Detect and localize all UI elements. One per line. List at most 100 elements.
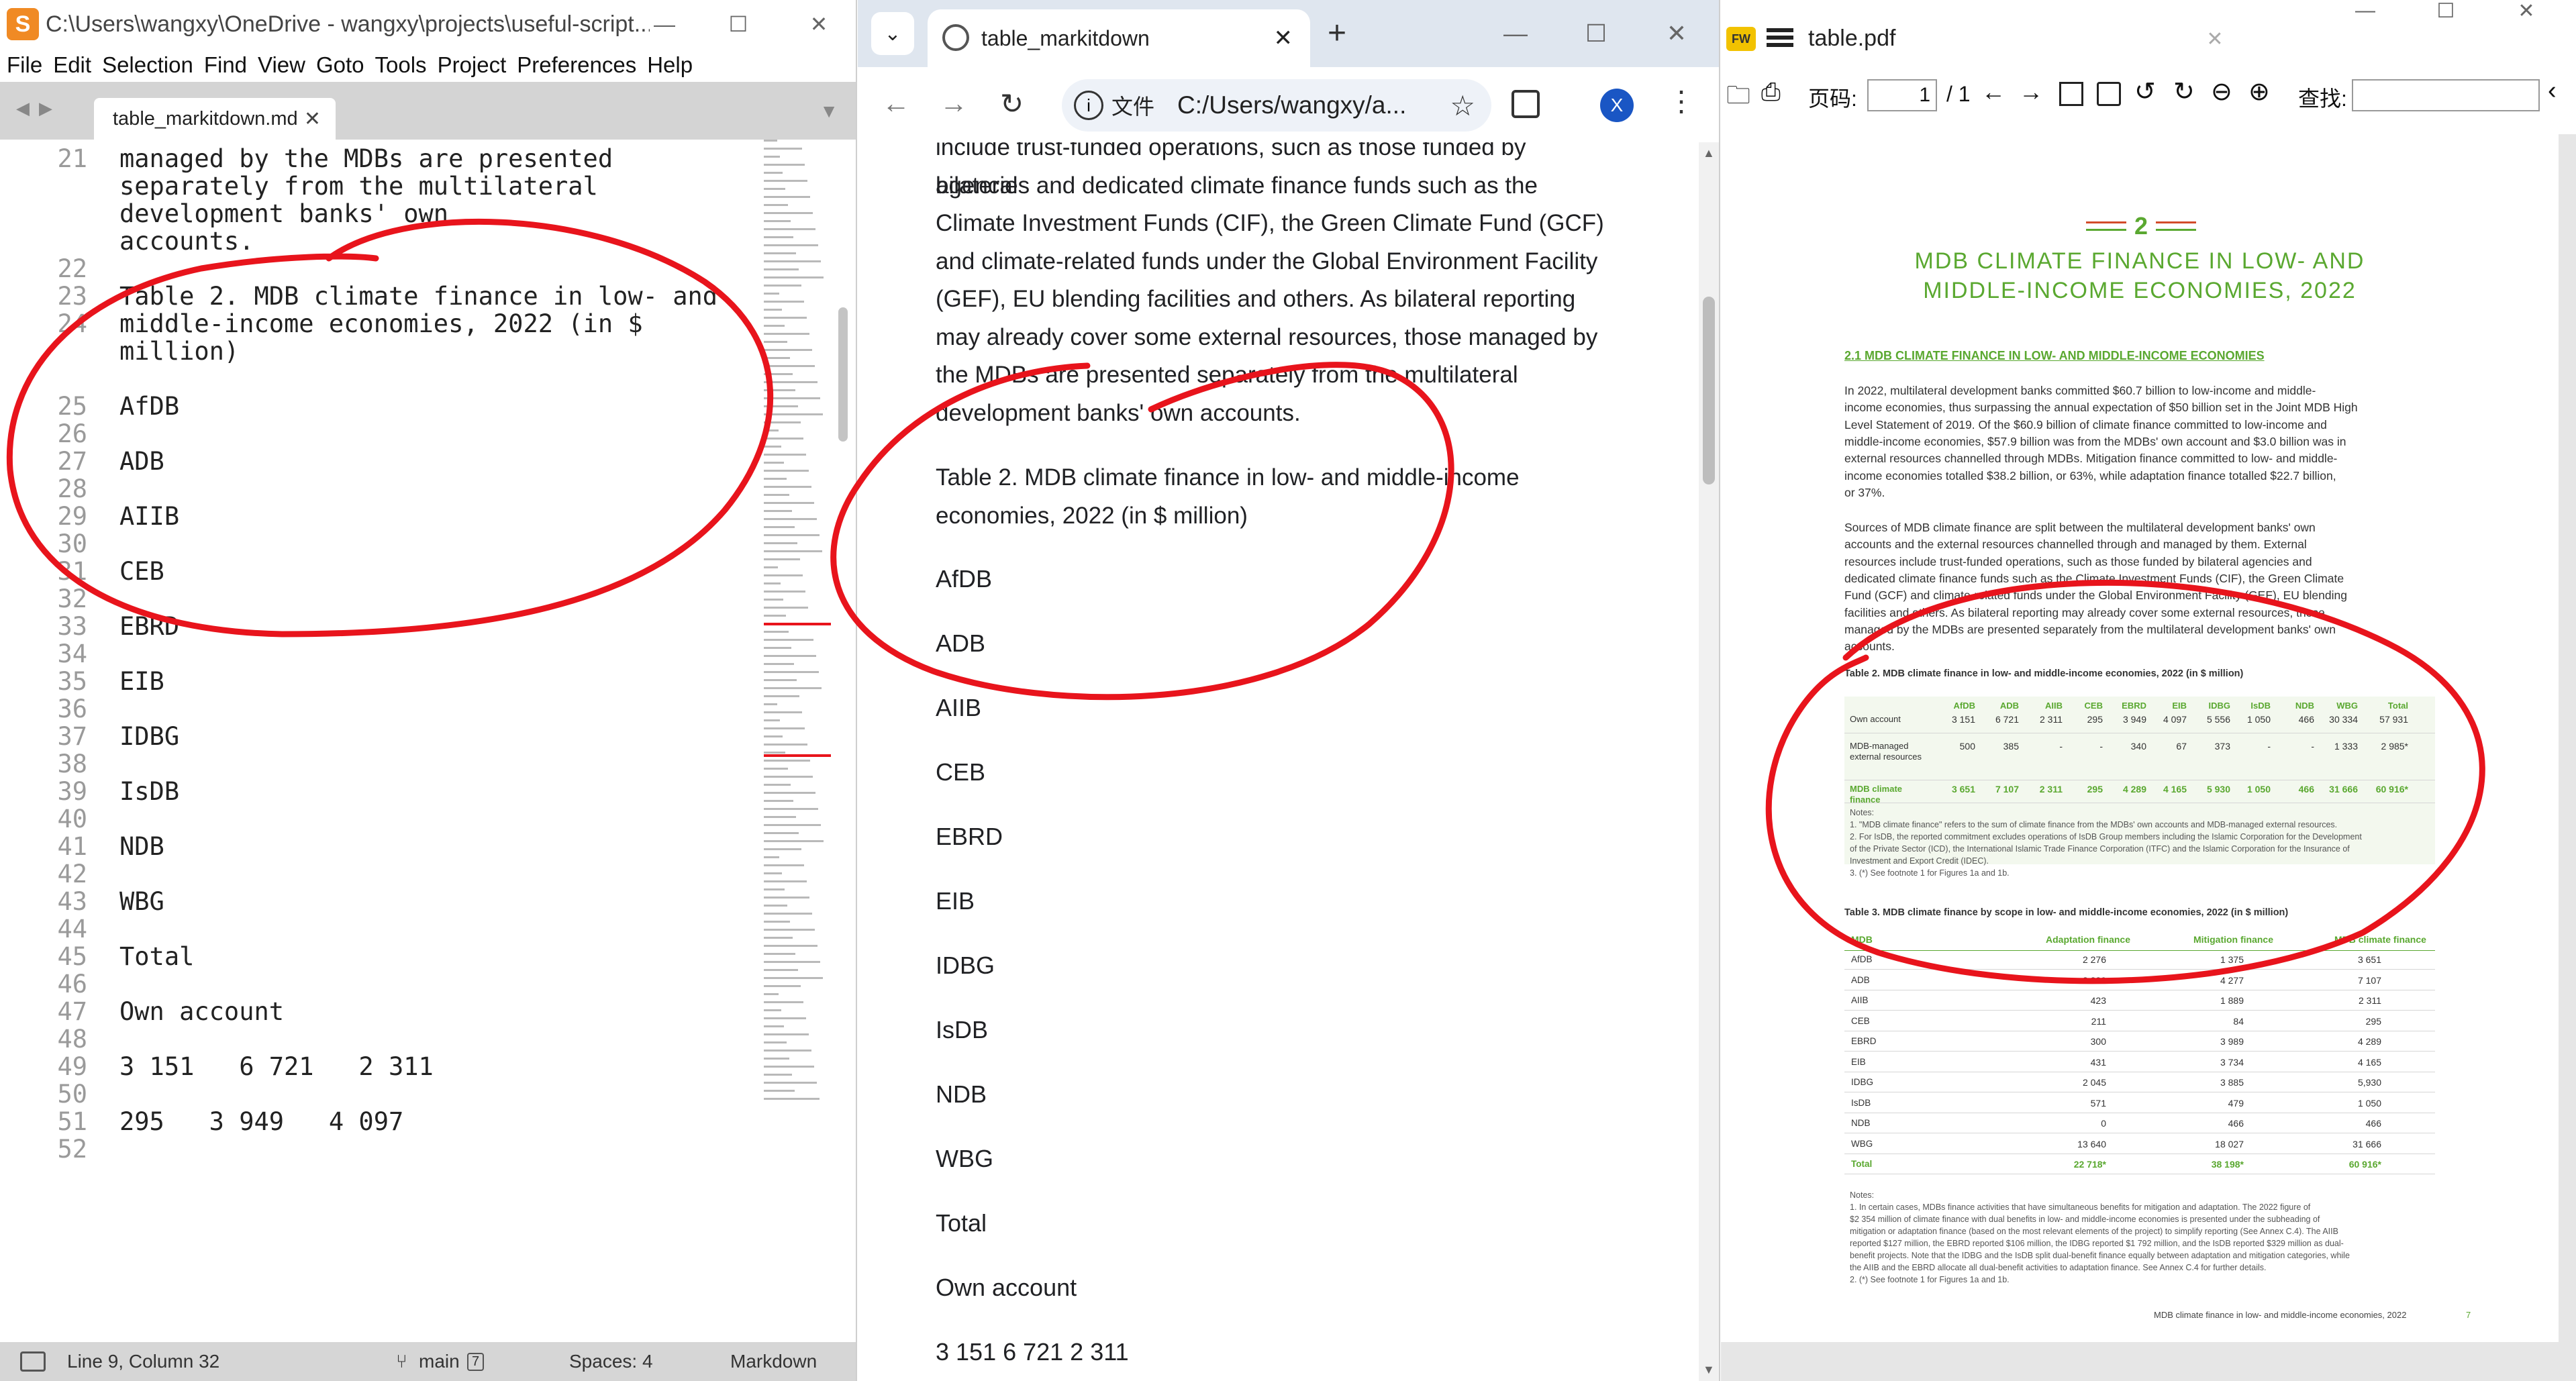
- kebab-menu-icon[interactable]: ⋮: [1667, 85, 1695, 117]
- reload-icon[interactable]: ↻: [1000, 87, 1024, 120]
- profile-avatar[interactable]: X: [1600, 89, 1634, 122]
- sublime-logo-icon: S: [7, 8, 39, 40]
- tab-nav-arrows-icon[interactable]: ◀▶: [16, 98, 62, 119]
- chrome-tab-active[interactable]: table_markitdown ✕: [928, 9, 1310, 67]
- bookmark-star-icon[interactable]: ☆: [1450, 89, 1475, 122]
- menu-edit[interactable]: Edit: [53, 52, 91, 78]
- table-row-label: Own account: [1850, 714, 1901, 724]
- rotate-right-icon[interactable]: ↻: [2173, 76, 2195, 107]
- tab-menu-chevron-icon[interactable]: ▼: [820, 101, 838, 122]
- table-cell: 2 276: [2082, 954, 2106, 965]
- zoom-out-icon[interactable]: ⊖: [2211, 76, 2232, 107]
- table-cell: 31 666: [2329, 784, 2358, 795]
- chrome-scrollbar[interactable]: ▲ ▼: [1699, 142, 1719, 1381]
- status-spaces[interactable]: Spaces: 4: [569, 1351, 653, 1372]
- scroll-down-arrow-icon[interactable]: ▼: [1703, 1363, 1715, 1377]
- hamburger-menu-icon[interactable]: [1767, 28, 1793, 47]
- fit-page-icon[interactable]: [2097, 82, 2121, 106]
- maximize-icon[interactable]: ☐: [698, 0, 779, 48]
- table-cell: 84: [2233, 1015, 2244, 1027]
- sublime-scrollbar[interactable]: [838, 140, 848, 1341]
- page-number-input[interactable]: 1: [1867, 79, 1937, 111]
- table-cell: 3 989: [2220, 1036, 2244, 1047]
- open-folder-icon[interactable]: 🗀: [1726, 78, 1750, 119]
- table-separator: [1844, 950, 2435, 951]
- menu-preferences[interactable]: Preferences: [517, 52, 636, 78]
- pdf-maximize-icon[interactable]: ☐: [2406, 0, 2486, 35]
- table-row: IsDB 571 479 1 050: [1844, 1098, 2435, 1118]
- menu-project[interactable]: Project: [438, 52, 507, 78]
- code-line: Own account: [119, 997, 285, 1026]
- menu-goto[interactable]: Goto: [316, 52, 364, 78]
- tab-search-chevron-icon[interactable]: ⌄: [871, 12, 914, 55]
- find-input[interactable]: [2352, 79, 2540, 111]
- forward-arrow-icon[interactable]: →: [940, 87, 968, 119]
- minimap-line: [764, 760, 810, 762]
- menu-tools[interactable]: Tools: [375, 52, 427, 78]
- zoom-in-icon[interactable]: ⊕: [2248, 76, 2270, 107]
- tab-table-markitdown[interactable]: table_markitdown.md ✕: [94, 98, 336, 140]
- tab-close-icon[interactable]: ✕: [304, 107, 321, 131]
- sublime-minimap[interactable]: [764, 140, 831, 1341]
- chrome-maximize-icon[interactable]: ☐: [1556, 0, 1636, 67]
- minimap-line: [764, 607, 808, 609]
- pdf-close-icon[interactable]: ✕: [2486, 0, 2567, 35]
- back-arrow-icon[interactable]: ←: [882, 87, 910, 119]
- omnibox[interactable]: i 文件 C:/Users/wangxy/a... ☆: [1062, 79, 1491, 132]
- table-header-cell: AIIB: [2045, 701, 2063, 711]
- paragraph-line: development banks' own accounts.: [936, 399, 1301, 426]
- decorative-lines-icon: [2086, 221, 2126, 231]
- minimap-viewport[interactable]: [764, 623, 831, 757]
- minimap-line: [764, 502, 814, 504]
- omnibox-url[interactable]: C:/Users/wangxy/a...: [1177, 91, 1419, 119]
- table-header-row: MDB Adaptation finance Mitigation finance M…: [1844, 934, 2435, 954]
- chrome-tab-title: table_markitdown: [981, 25, 1150, 50]
- sublime-editor[interactable]: managed by the MDBs are presented separat…: [0, 140, 832, 1341]
- code-line: EBRD: [119, 612, 180, 641]
- prev-page-arrow-icon[interactable]: ←: [1981, 78, 2005, 106]
- table-cell: 1 050: [2246, 714, 2271, 725]
- panel-toggle-icon[interactable]: [20, 1351, 46, 1372]
- next-page-arrow-icon[interactable]: →: [2019, 78, 2043, 106]
- chrome-scrollbar-thumb[interactable]: [1703, 297, 1715, 484]
- minimap-line: [764, 599, 783, 601]
- new-tab-plus-icon[interactable]: +: [1328, 15, 1346, 52]
- table-cell: 60 916*: [2375, 784, 2408, 795]
- table-header-cell: MDB climate finance: [2334, 934, 2426, 945]
- minimap-line: [764, 220, 791, 222]
- scroll-up-arrow-icon[interactable]: ▲: [1703, 146, 1715, 160]
- close-icon[interactable]: ✕: [779, 0, 856, 48]
- fit-width-icon[interactable]: [2059, 82, 2083, 106]
- code-line: NDB: [119, 832, 164, 861]
- pdf-tab-close-icon[interactable]: ✕: [2175, 5, 2255, 72]
- menu-selection[interactable]: Selection: [102, 52, 193, 78]
- pdf-minimize-icon[interactable]: —: [2325, 0, 2406, 35]
- minimize-icon[interactable]: —: [624, 0, 705, 48]
- chrome-tab-close-icon[interactable]: ✕: [1274, 25, 1293, 52]
- menu-view[interactable]: View: [258, 52, 305, 78]
- table3-caption: Table 3. MDB climate finance by scope in…: [1844, 907, 2289, 918]
- menu-file[interactable]: File: [7, 52, 42, 78]
- minimap-line: [764, 446, 781, 448]
- menu-find[interactable]: Find: [204, 52, 247, 78]
- status-branch[interactable]: main: [419, 1351, 460, 1372]
- status-syntax[interactable]: Markdown: [730, 1351, 817, 1372]
- menu-help[interactable]: Help: [647, 52, 693, 78]
- note-line: Notes:: [1850, 808, 1875, 817]
- minimap-line: [764, 792, 815, 794]
- sublime-scrollbar-thumb[interactable]: [838, 307, 848, 442]
- minimap-line: [764, 164, 805, 166]
- chrome-close-icon[interactable]: ✕: [1636, 0, 1717, 67]
- table-row-label: MDB-managed external resources: [1850, 741, 1922, 762]
- minimap-line: [764, 357, 790, 359]
- pdf-text-line: middle-income economies, $57.9 billion w…: [1844, 434, 2346, 448]
- chrome-minimize-icon[interactable]: —: [1475, 0, 1556, 67]
- print-icon[interactable]: ⎙: [1761, 78, 1781, 107]
- table-separator: [1844, 969, 2435, 970]
- status-position[interactable]: Line 9, Column 32: [67, 1351, 219, 1372]
- rotate-left-icon[interactable]: ↺: [2134, 76, 2156, 107]
- minimap-line: [764, 526, 795, 528]
- extensions-puzzle-icon[interactable]: [1512, 90, 1540, 118]
- site-info-icon[interactable]: i: [1074, 91, 1103, 120]
- find-prev-chevron-icon[interactable]: ‹: [2548, 76, 2557, 105]
